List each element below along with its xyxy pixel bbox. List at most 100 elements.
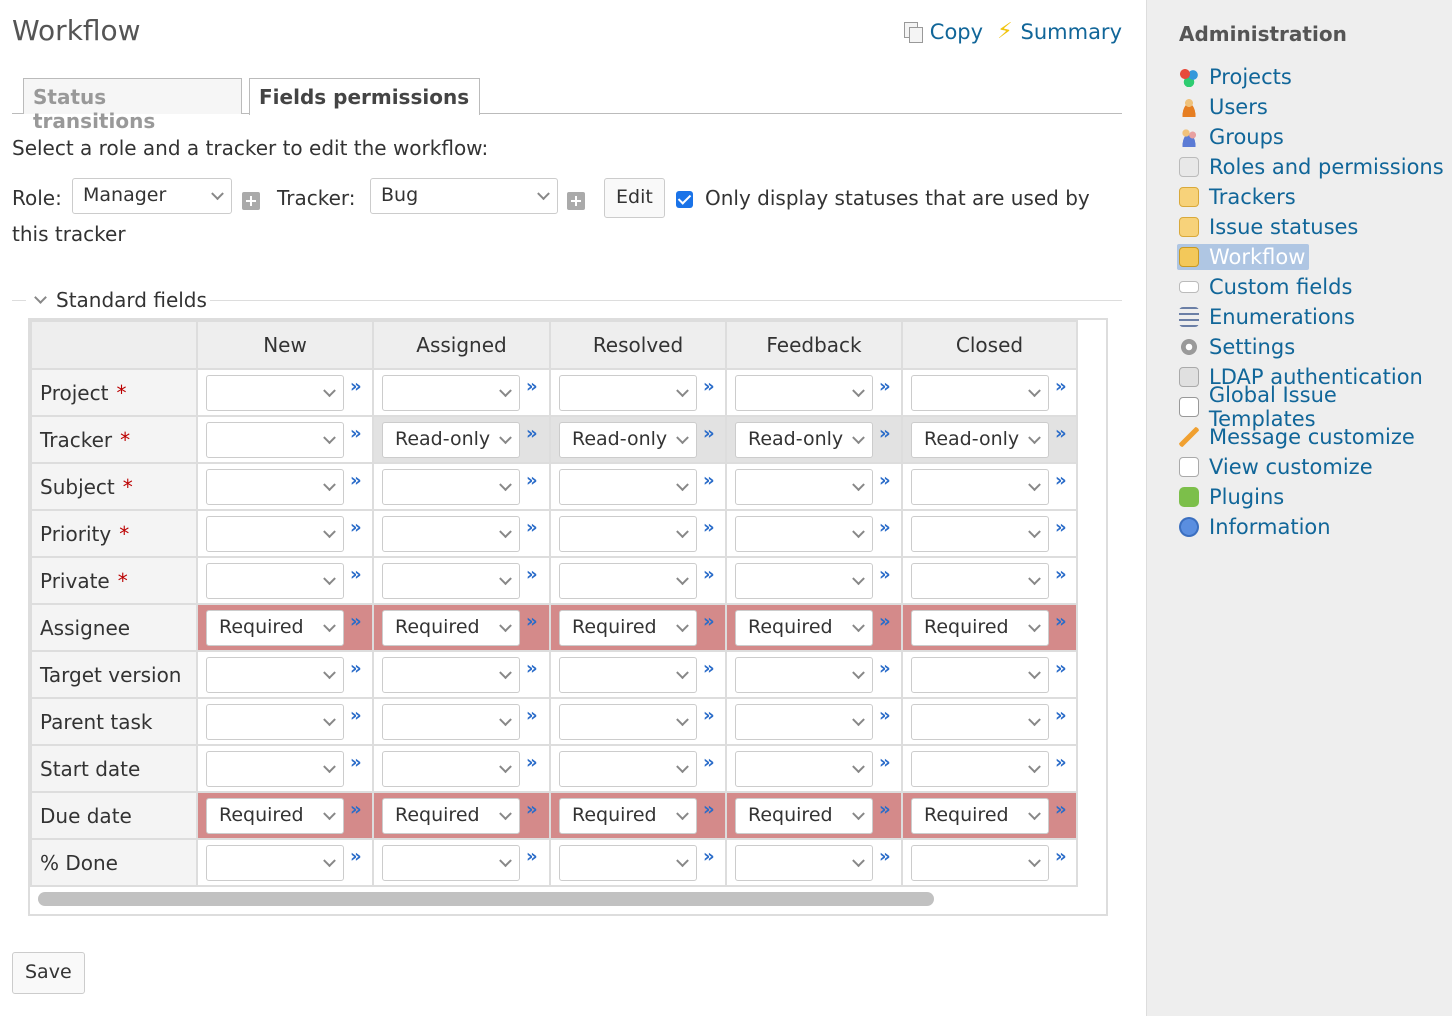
permission-select[interactable]	[735, 469, 873, 505]
sidebar-link-view-customize[interactable]: View customize	[1177, 454, 1377, 480]
permission-select[interactable]	[382, 751, 520, 787]
apply-to-row-icon[interactable]: »	[1055, 517, 1067, 538]
apply-to-row-icon[interactable]: »	[1055, 799, 1067, 820]
permission-select[interactable]: Required	[911, 798, 1049, 834]
apply-to-row-icon[interactable]: »	[1055, 705, 1067, 726]
permission-select[interactable]	[206, 469, 344, 505]
permission-select[interactable]	[382, 704, 520, 740]
apply-to-row-icon[interactable]: »	[703, 611, 715, 632]
permission-select[interactable]	[559, 751, 697, 787]
sidebar-link-projects[interactable]: Projects	[1177, 64, 1296, 90]
apply-to-row-icon[interactable]: »	[350, 470, 362, 491]
sidebar-link-settings[interactable]: Settings	[1177, 334, 1299, 360]
apply-to-row-icon[interactable]: »	[526, 752, 538, 773]
permission-select[interactable]	[206, 422, 344, 458]
apply-to-row-icon[interactable]: »	[350, 799, 362, 820]
permission-select[interactable]: Required	[206, 610, 344, 646]
permission-select[interactable]: Required	[382, 610, 520, 646]
permission-select[interactable]	[382, 516, 520, 552]
standard-fields-legend[interactable]: Standard fields	[12, 288, 1122, 312]
permission-select[interactable]	[911, 516, 1049, 552]
permission-select[interactable]: Required	[382, 798, 520, 834]
apply-to-row-icon[interactable]: »	[703, 846, 715, 867]
sidebar-link-workflow[interactable]: Workflow	[1177, 244, 1310, 270]
permission-select[interactable]	[206, 375, 344, 411]
permission-select[interactable]	[206, 516, 344, 552]
permission-select[interactable]	[735, 563, 873, 599]
apply-to-row-icon[interactable]: »	[350, 564, 362, 585]
permission-select[interactable]: Required	[206, 798, 344, 834]
sidebar-link-trackers[interactable]: Trackers	[1177, 184, 1300, 210]
apply-to-row-icon[interactable]: »	[703, 423, 715, 444]
permission-select[interactable]: Read-only	[559, 422, 697, 458]
permission-select[interactable]	[206, 657, 344, 693]
edit-button[interactable]: Edit	[604, 178, 665, 218]
permission-select[interactable]: Required	[735, 610, 873, 646]
permission-select[interactable]	[206, 704, 344, 740]
header-status[interactable]: New	[196, 320, 374, 370]
permission-select[interactable]	[559, 845, 697, 881]
apply-to-row-icon[interactable]: »	[703, 752, 715, 773]
apply-to-row-icon[interactable]: »	[879, 705, 891, 726]
permission-select[interactable]	[382, 845, 520, 881]
permission-select[interactable]	[559, 704, 697, 740]
permission-select[interactable]: Read-only	[382, 422, 520, 458]
apply-to-row-icon[interactable]: »	[879, 517, 891, 538]
header-status[interactable]: Assigned	[372, 320, 551, 370]
apply-to-row-icon[interactable]: »	[526, 658, 538, 679]
permission-select[interactable]	[911, 704, 1049, 740]
permission-select[interactable]	[382, 563, 520, 599]
apply-to-row-icon[interactable]: »	[879, 376, 891, 397]
apply-to-row-icon[interactable]: »	[350, 752, 362, 773]
sidebar-link-global-issue-templates[interactable]: Global Issue Templates	[1177, 383, 1452, 431]
copy-link[interactable]: Copy	[903, 20, 983, 44]
apply-to-row-icon[interactable]: »	[526, 611, 538, 632]
apply-to-row-icon[interactable]: »	[879, 658, 891, 679]
apply-to-row-icon[interactable]: »	[526, 470, 538, 491]
horizontal-scrollbar[interactable]	[38, 892, 934, 906]
apply-to-row-icon[interactable]: »	[526, 846, 538, 867]
sidebar-link-issue-statuses[interactable]: Issue statuses	[1177, 214, 1362, 240]
expand-role-plus-icon[interactable]	[242, 192, 260, 210]
permission-select[interactable]	[206, 563, 344, 599]
role-select[interactable]: Manager	[72, 178, 232, 214]
apply-to-row-icon[interactable]: »	[350, 611, 362, 632]
apply-to-row-icon[interactable]: »	[350, 705, 362, 726]
apply-to-row-icon[interactable]: »	[1055, 376, 1067, 397]
permission-select[interactable]	[911, 657, 1049, 693]
tab-status-transitions[interactable]: Status transitions	[23, 78, 242, 133]
permission-select[interactable]	[735, 516, 873, 552]
permission-select[interactable]	[206, 845, 344, 881]
apply-to-row-icon[interactable]: »	[879, 470, 891, 491]
apply-to-row-icon[interactable]: »	[703, 376, 715, 397]
permission-select[interactable]	[911, 845, 1049, 881]
permission-select[interactable]	[382, 657, 520, 693]
header-status[interactable]: Resolved	[549, 320, 727, 370]
apply-to-row-icon[interactable]: »	[350, 517, 362, 538]
apply-to-row-icon[interactable]: »	[879, 564, 891, 585]
permission-select[interactable]	[911, 563, 1049, 599]
apply-to-row-icon[interactable]: »	[350, 376, 362, 397]
apply-to-row-icon[interactable]: »	[703, 517, 715, 538]
permission-select[interactable]	[911, 751, 1049, 787]
header-status[interactable]: Closed	[901, 320, 1078, 370]
apply-to-row-icon[interactable]: »	[350, 846, 362, 867]
apply-to-row-icon[interactable]: »	[703, 470, 715, 491]
permission-select[interactable]	[206, 751, 344, 787]
permission-select[interactable]	[735, 845, 873, 881]
permission-select[interactable]: Required	[559, 610, 697, 646]
summary-link[interactable]: ⚡ Summary	[997, 20, 1122, 44]
apply-to-row-icon[interactable]: »	[703, 799, 715, 820]
apply-to-row-icon[interactable]: »	[526, 517, 538, 538]
sidebar-link-information[interactable]: Information	[1177, 514, 1335, 540]
permission-select[interactable]	[735, 751, 873, 787]
permission-select[interactable]	[382, 375, 520, 411]
apply-to-row-icon[interactable]: »	[703, 705, 715, 726]
apply-to-row-icon[interactable]: »	[879, 423, 891, 444]
apply-to-row-icon[interactable]: »	[350, 658, 362, 679]
apply-to-row-icon[interactable]: »	[1055, 470, 1067, 491]
sidebar-link-plugins[interactable]: Plugins	[1177, 484, 1288, 510]
permission-select[interactable]	[735, 657, 873, 693]
apply-to-row-icon[interactable]: »	[879, 611, 891, 632]
header-status[interactable]: Feedback	[725, 320, 903, 370]
